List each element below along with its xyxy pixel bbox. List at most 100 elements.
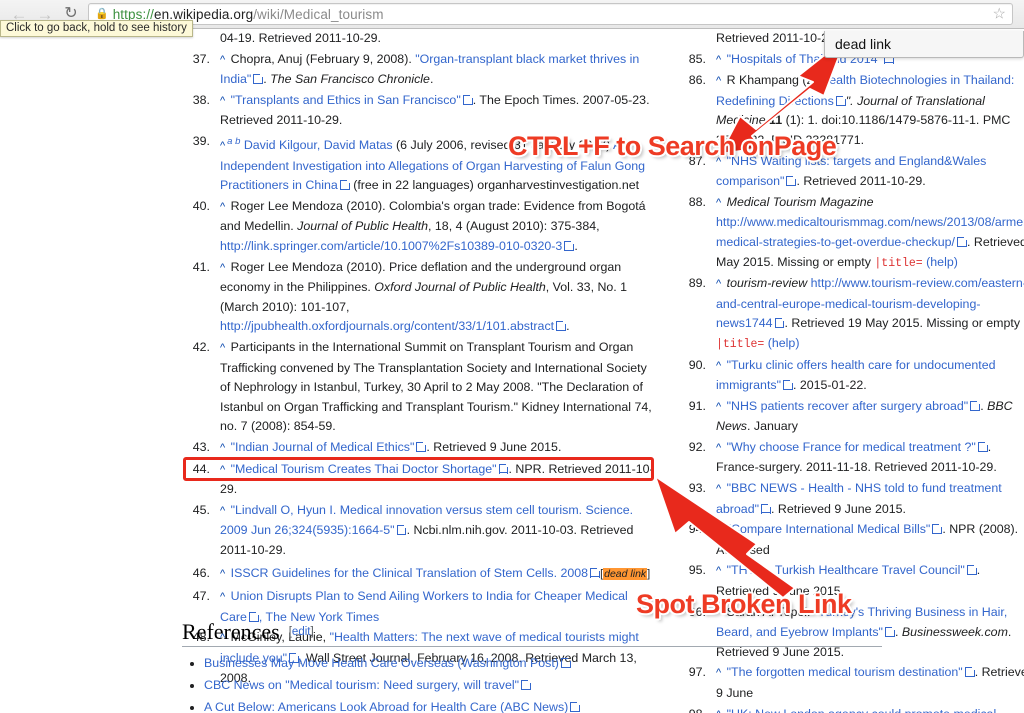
ref-link[interactable]: "Transplants and Ethics in San Francisco… [231,93,473,107]
ref-help-link[interactable]: (help) [768,336,800,350]
ref-number: 90. [688,357,706,372]
list-item-41: 41. ^ Roger Lee Mendoza (2010). Price de… [180,258,656,337]
ref-number: 42. [192,340,210,355]
backref-caret-icon[interactable]: ^ [220,464,225,476]
ref-post-text: . January [746,419,798,434]
dead-link-tag: dead link [603,567,648,580]
ref-link[interactable]: "NHS patients recover after surgery abro… [727,399,981,413]
ref-link[interactable]: "Medical Tourism Creates Thai Doctor Sho… [231,462,509,476]
ref-post-text: . Retrieved 9 June 2015. [426,440,562,454]
list-item-38: 38. ^ "Transplants and Ethics in San Fra… [180,91,656,131]
ref-publication: The San Francisco Chronicle [270,72,430,87]
address-bar[interactable]: 🔒 https://en.wikipedia.org/wiki/Medical_… [88,3,1013,25]
backref-caret-icon[interactable]: ^ [716,278,721,290]
ref-url-link[interactable]: http://link.springer.com/article/10.1007… [220,239,574,253]
backref-caret-icon[interactable]: ^ [220,505,225,517]
ref-post-text: . Retrieved 2011-10-29. [796,174,926,189]
ref-post-text: (free in 22 languages) organharvestinves… [349,178,640,193]
list-item-45: 45. ^ "Lindvall O, Hyun I. Medical innov… [180,501,656,561]
backref-caret-icon[interactable]: ^ [220,442,225,454]
backref-caret-icon[interactable]: ^ [220,568,225,580]
list-item-89: 89. ^ tourism-review http://www.tourism-… [676,274,1024,354]
url-path: /wiki/Medical_tourism [253,6,384,22]
ref-text: Participants in the International Summit… [220,340,652,434]
ref-number: 46. [192,565,210,580]
backref-caret-icon[interactable]: ^ [220,201,225,213]
reference-list-left: 04-19. Retrieved 2011-10-29. 37. ^ Chopr… [180,29,656,688]
list-item: 04-19. Retrieved 2011-10-29. [180,29,656,49]
back-button-tooltip: Click to go back, hold to see history [0,20,193,37]
backref-caret-icon[interactable]: ^ [220,262,225,274]
ref-number: 38. [192,92,210,107]
list-item: Businesses May Move Health Care Overseas… [204,653,882,674]
bookmark-star-icon[interactable]: ☆ [993,7,1006,22]
ref-link[interactable]: "Why choose France for medical treatment… [727,440,988,454]
find-in-page-bar: 1 of [824,31,1024,58]
ref-number: 91. [688,398,706,413]
backref-caret-icon[interactable]: ^ [220,591,225,603]
list-item-46: 46. ^ ISSCR Guidelines for the Clinical … [180,564,656,585]
ref-param-code: |title= [874,256,923,270]
page-title: References [182,619,280,644]
edit-label[interactable]: edit [292,626,311,638]
backref-caret-icon[interactable]: ^ [220,342,225,354]
list-item-90: 90. ^ "Turku clinic offers health care f… [676,356,1024,396]
ref-post-text: . 2015-01-22. [792,378,867,393]
ref-author-link[interactable]: David Kilgour, David Matas [244,138,393,152]
section-divider [182,646,882,647]
browser-window: ← → ↻ 🔒 https://en.wikipedia.org/wiki/Me… [0,0,1024,713]
list-item-88: 88. ^ Medical Tourism Magazine http://ww… [676,193,1024,273]
ctrl-f-annotation: CTRL+F to Search onPage [508,131,837,161]
ref-publication: tourism-review [726,276,808,291]
ref-post-text: . [429,72,434,87]
bracket-close: ] [310,626,314,638]
ref-number: 45. [192,502,210,517]
ref-number: 40. [192,198,210,213]
ref-superscript[interactable]: a b [227,136,240,147]
ref-number: 39. [192,133,210,148]
ref-post-text: . [566,319,570,334]
backref-caret-icon[interactable]: ^ [716,360,721,372]
ref-number: 88. [688,194,706,209]
ref-number: 89. [688,276,706,291]
list-item-42: 42. ^ Participants in the International … [180,338,656,437]
ref-url-link[interactable]: http://jpubhealth.oxfordjournals.org/con… [220,319,566,333]
ref-number: 92. [688,439,706,454]
backref-caret-icon[interactable]: ^ [220,95,225,107]
ref-number: 43. [192,440,210,454]
backref-caret-icon[interactable]: ^ [220,54,225,66]
list-item-44: 44. ^ "Medical Tourism Creates Thai Doct… [180,460,656,500]
ref-publication: Businessweek.com [901,625,1008,640]
ref-number: 44. [192,461,210,476]
ref-publication: Oxford Journal of Public Health [374,280,546,295]
backref-caret-icon[interactable]: ^ [716,401,721,413]
list-item-91: 91. ^ "NHS patients recover after surger… [676,397,1024,437]
list-item-43: 43. ^ "Indian Journal of Medical Ethics"… [180,438,656,459]
ref-post-text: . Retrieved 19 May 2015. Missing or empt… [784,316,1021,331]
references-section: References [edit] Businesses May Move Hea… [182,619,882,713]
ref-number: 41. [192,259,210,274]
list-item: CBC News on "Medical tourism: Need surge… [204,675,882,696]
list-item: A Cut Below: Americans Look Abroad for H… [204,697,882,713]
list-item-37: 37. ^ Chopra, Anuj (February 9, 2008). "… [180,50,656,90]
external-link[interactable]: CBC News on "Medical tourism: Need surge… [204,678,531,692]
backref-caret-icon[interactable]: ^ [716,442,721,454]
find-input[interactable] [833,35,1018,53]
ref-help-link[interactable]: (help) [926,255,958,269]
external-links-list: Businesses May Move Health Care Overseas… [182,653,882,713]
ref-link[interactable]: ISSCR Guidelines for the Clinical Transl… [231,566,600,580]
ref-mid-text: , 18, 4 (August 2010): 375-384, [428,219,600,234]
ref-publication: Medical Tourism Magazine [726,194,874,209]
spot-broken-link-annotation: Spot Broken Link [636,589,852,619]
external-link[interactable]: A Cut Below: Americans Look Abroad for H… [204,700,580,713]
lock-icon: 🔒 [95,7,109,20]
backref-caret-icon[interactable]: ^ [716,197,721,209]
edit-section-link[interactable]: [edit] [289,626,314,638]
ref-link[interactable]: "Indian Journal of Medical Ethics" [231,440,427,454]
ref-param-code: |title= [716,337,765,351]
ref-publication: Journal of Public Health [297,219,429,234]
external-link[interactable]: Businesses May Move Health Care Overseas… [204,656,571,670]
ref-post-text: . [574,239,578,254]
backref-caret-icon[interactable]: ^ [220,140,225,152]
ref-pre-text: Chopra, Anuj (February 9, 2008). [230,51,416,66]
